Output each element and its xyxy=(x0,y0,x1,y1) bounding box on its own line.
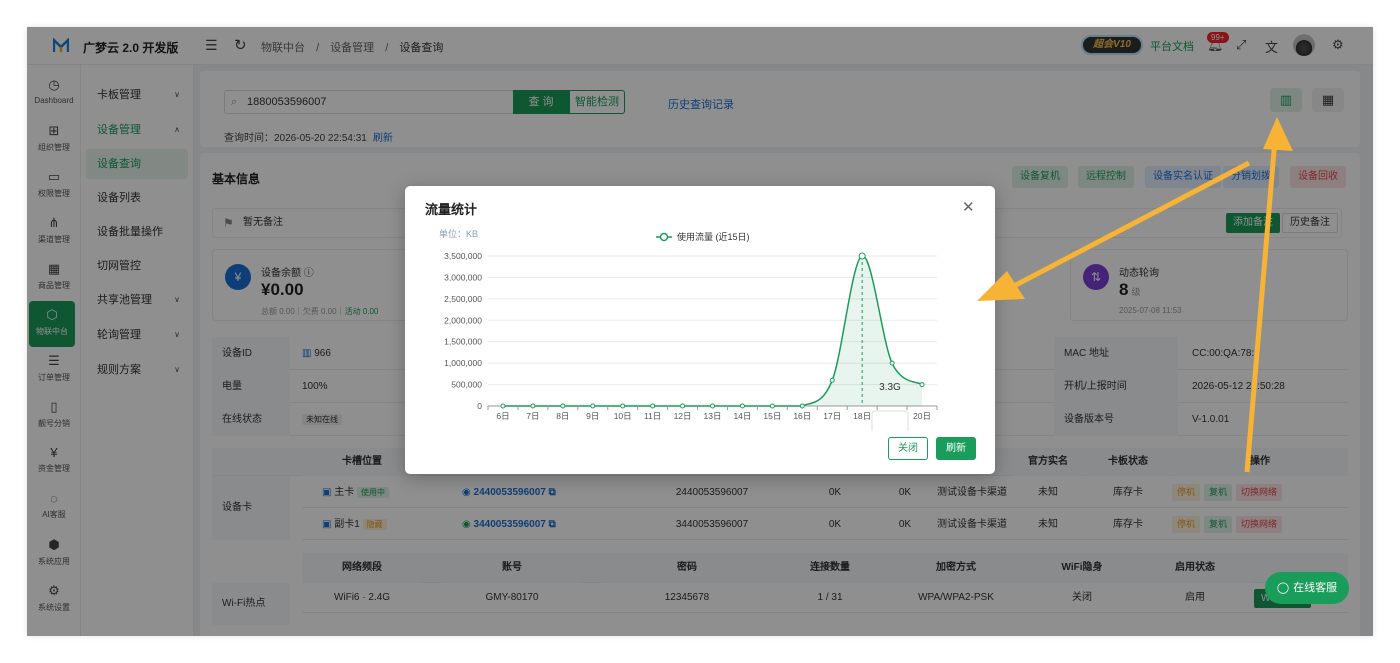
y-tick-label: 2,000,000 xyxy=(444,315,482,325)
y-tick-label: 1,000,000 xyxy=(444,358,482,368)
x-tick-label: 11日 xyxy=(644,411,661,421)
data-point xyxy=(650,403,656,409)
close-icon[interactable]: ✕ xyxy=(962,198,975,216)
x-tick-label: 7日 xyxy=(526,411,539,421)
data-point xyxy=(500,403,506,409)
data-point xyxy=(560,403,566,409)
unit-label: 单位：KB xyxy=(439,228,478,239)
y-tick-label: 500,000 xyxy=(451,380,482,390)
series-area xyxy=(502,255,923,406)
data-point xyxy=(769,403,775,409)
y-tick-label: 3,500,000 xyxy=(444,251,482,261)
data-point xyxy=(590,403,596,409)
x-tick-label: 14日 xyxy=(733,411,751,421)
data-point xyxy=(680,403,686,409)
data-point xyxy=(530,403,536,409)
x-tick-label: 17日 xyxy=(823,411,841,421)
x-tick-label: 10日 xyxy=(614,411,632,421)
data-point xyxy=(829,377,835,383)
tooltip-box xyxy=(871,410,909,431)
online-service-button[interactable]: ◯ 在线客服 xyxy=(1265,572,1349,604)
x-tick-label: 20日 xyxy=(913,411,931,421)
legend-label: 使用流量 (近15日) xyxy=(677,231,750,242)
modal-title: 流量统计 xyxy=(425,202,478,217)
chart-legend[interactable]: 使用流量 (近15日) xyxy=(656,231,750,242)
chat-bubble-icon: ◯ xyxy=(1276,582,1290,594)
data-point xyxy=(799,403,805,409)
close-button[interactable]: 关闭 xyxy=(888,437,928,460)
legend-marker xyxy=(659,232,669,242)
tooltip-value: 3.3G xyxy=(879,382,901,393)
x-tick-label: 8日 xyxy=(556,411,569,421)
chat-label: 在线客服 xyxy=(1293,582,1338,594)
data-point xyxy=(739,403,745,409)
x-tick-label: 13日 xyxy=(704,411,722,421)
refresh-button[interactable]: 刷新 xyxy=(936,437,976,460)
data-point xyxy=(889,360,895,366)
traffic-stats-modal: 流量统计 ✕ 单位：KB 使用流量 (近15日) 0 500,000 1,000,0… xyxy=(405,186,995,474)
x-tick-label: 6日 xyxy=(496,411,509,421)
data-point xyxy=(620,403,626,409)
x-tick-label: 9日 xyxy=(586,411,599,421)
y-tick-label: 0 xyxy=(477,401,482,411)
x-tick-label: 16日 xyxy=(793,411,811,421)
x-tick-label: 15日 xyxy=(763,411,781,421)
x-tick-label: 12日 xyxy=(674,411,692,421)
data-point xyxy=(858,252,866,260)
y-tick-label: 1,500,000 xyxy=(444,337,482,347)
y-tick-label: 3,000,000 xyxy=(444,272,482,282)
y-tick-label: 2,500,000 xyxy=(444,294,482,304)
data-point xyxy=(710,403,715,409)
data-point xyxy=(919,382,925,388)
chart-tooltip xyxy=(871,410,909,431)
x-tick-label: 18日 xyxy=(853,411,871,421)
app-window: 广梦云 2.0 开发版 ☰ ↻ 物联中台 / 设备管理 / 设备查询 超会V10… xyxy=(27,27,1373,636)
